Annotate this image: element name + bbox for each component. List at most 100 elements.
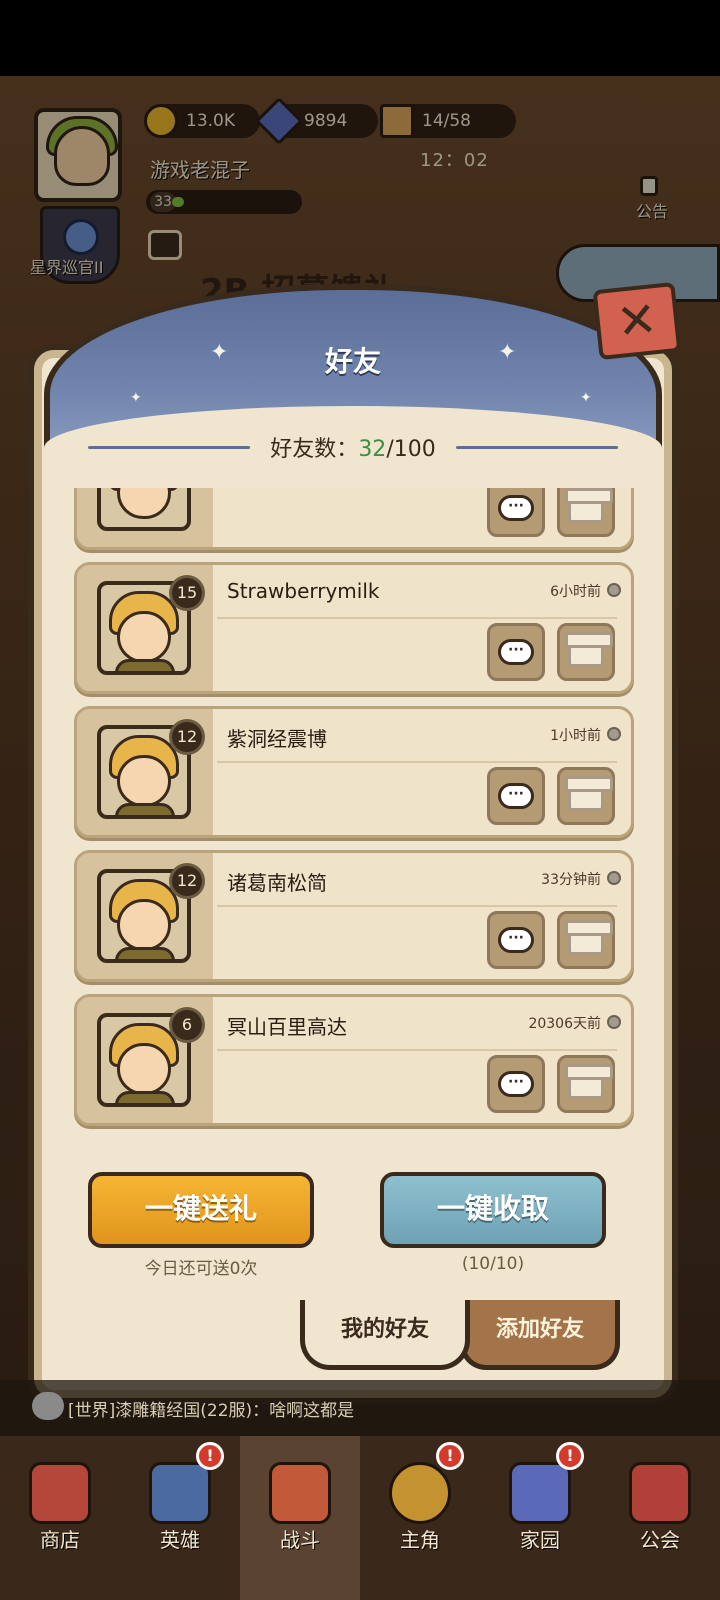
send-remaining-text: 今日还可送0次 bbox=[144, 1259, 258, 1279]
nav-shop[interactable]: 商店 bbox=[0, 1436, 120, 1600]
tab-add-friends[interactable]: 添加好友 bbox=[460, 1300, 620, 1370]
nav-label: 战斗 bbox=[280, 1528, 320, 1552]
world-chat-bar[interactable]: [世界]漆雕籍经国(22服)：啥啊这都是 bbox=[0, 1380, 720, 1436]
bottom-navigation: 商店 ! 英雄 战斗 ! 主角 ! 家园 公会 bbox=[0, 1436, 720, 1600]
portrait-body bbox=[115, 659, 175, 671]
chat-bubble-icon: ··· bbox=[498, 639, 534, 665]
friend-count-max: /100 bbox=[386, 437, 436, 462]
portrait-face bbox=[117, 488, 171, 519]
nav-label: 家园 bbox=[520, 1528, 560, 1552]
friend-count-row: 好友数：32/100 bbox=[68, 432, 638, 462]
nav-home[interactable]: ! 家园 bbox=[480, 1436, 600, 1600]
friend-level-badge: 15 bbox=[169, 575, 205, 611]
divider bbox=[88, 445, 251, 449]
nav-hero-main[interactable]: ! 主角 bbox=[360, 1436, 480, 1600]
friend-level-badge: 12 bbox=[169, 863, 205, 899]
friend-card[interactable]: 12 诸葛南松简 33分钟前 ··· bbox=[74, 850, 634, 982]
tab-my-friends[interactable]: 我的好友 bbox=[300, 1300, 470, 1370]
alert-icon: ! bbox=[196, 1442, 224, 1470]
portrait-face bbox=[117, 1043, 171, 1095]
goggles-icon bbox=[389, 1462, 451, 1524]
world-chat-message: [世界]漆雕籍经国(22服)：啥啊这都是 bbox=[68, 1401, 355, 1421]
chat-button[interactable]: ··· bbox=[487, 623, 545, 681]
last-online: 6小时前 bbox=[550, 584, 601, 600]
nav-label: 商店 bbox=[40, 1528, 80, 1552]
chat-bubble-icon: ··· bbox=[498, 783, 534, 809]
nav-label: 公会 bbox=[640, 1528, 680, 1552]
friend-level-badge: 6 bbox=[169, 1007, 205, 1043]
gift-icon bbox=[565, 776, 613, 811]
portrait-body bbox=[115, 1091, 175, 1103]
divider bbox=[455, 445, 619, 449]
status-dot bbox=[607, 583, 621, 597]
friend-list[interactable]: ··· 15 Strawberrymilk 6小时前 ··· 12 紫洞经震博 … bbox=[74, 488, 634, 1138]
chat-bubble-icon: ··· bbox=[498, 927, 534, 953]
chat-icon bbox=[32, 1392, 64, 1420]
sparkle-icon: ✦ bbox=[580, 390, 592, 406]
gift-button[interactable] bbox=[557, 911, 615, 969]
friend-card[interactable]: ··· bbox=[74, 488, 634, 550]
alert-icon: ! bbox=[436, 1442, 464, 1470]
popup-title: 好友 bbox=[324, 345, 381, 378]
gift-icon bbox=[565, 488, 613, 523]
last-online: 1小时前 bbox=[550, 728, 601, 744]
friend-name: 冥山百里高达 bbox=[227, 1015, 347, 1039]
alert-icon: ! bbox=[556, 1442, 584, 1470]
gift-button[interactable] bbox=[557, 1055, 615, 1113]
card-divider bbox=[217, 617, 617, 619]
friend-count-current: 32 bbox=[358, 437, 387, 462]
gift-button[interactable] bbox=[557, 623, 615, 681]
nav-label: 主角 bbox=[400, 1528, 440, 1552]
chat-button[interactable]: ··· bbox=[487, 911, 545, 969]
portrait-body bbox=[115, 803, 175, 815]
portrait-face bbox=[117, 899, 171, 951]
portrait-body bbox=[115, 947, 175, 959]
sparkle-icon: ✦ bbox=[130, 390, 142, 406]
friend-count: 好友数：32/100 bbox=[270, 431, 435, 463]
friend-level-badge: 12 bbox=[169, 719, 205, 755]
nav-guild[interactable]: 公会 bbox=[600, 1436, 720, 1600]
card-divider bbox=[217, 905, 617, 907]
status-bar bbox=[0, 0, 720, 76]
chat-button[interactable]: ··· bbox=[487, 488, 545, 537]
card-divider bbox=[217, 1049, 617, 1051]
card-divider bbox=[217, 761, 617, 763]
crossed-swords-icon bbox=[269, 1462, 331, 1524]
friends-popup: ✦ ✦ ✦ ✦ 好友 好友数：32/100 ··· 15 Strawberrym… bbox=[28, 284, 678, 1404]
chat-button[interactable]: ··· bbox=[487, 1055, 545, 1113]
castle-icon bbox=[509, 1462, 571, 1524]
gift-button[interactable] bbox=[557, 488, 615, 537]
cards-icon bbox=[149, 1462, 211, 1524]
nav-label: 英雄 bbox=[160, 1528, 200, 1552]
friend-portrait[interactable] bbox=[97, 488, 191, 531]
status-dot bbox=[607, 1015, 621, 1029]
friend-card[interactable]: 15 Strawberrymilk 6小时前 ··· bbox=[74, 562, 634, 694]
chat-bubble-icon: ··· bbox=[498, 1071, 534, 1097]
friend-count-label: 好友数： bbox=[270, 437, 359, 462]
tower-icon bbox=[629, 1462, 691, 1524]
chat-button[interactable]: ··· bbox=[487, 767, 545, 825]
gift-icon bbox=[565, 632, 613, 667]
gift-button[interactable] bbox=[557, 767, 615, 825]
collect-remaining-text: (10/10) bbox=[461, 1254, 525, 1274]
nav-battle[interactable]: 战斗 bbox=[240, 1436, 360, 1600]
friend-card[interactable]: 6 冥山百里高达 20306天前 ··· bbox=[74, 994, 634, 1126]
shop-icon bbox=[29, 1462, 91, 1524]
friend-name: 紫洞经震博 bbox=[227, 727, 327, 751]
portrait-face bbox=[117, 755, 171, 807]
gift-icon bbox=[565, 920, 613, 955]
close-button[interactable]: ✕ bbox=[592, 281, 682, 361]
friend-name: Strawberrymilk bbox=[227, 579, 380, 603]
close-icon: ✕ bbox=[614, 291, 660, 351]
last-online: 20306天前 bbox=[528, 1016, 601, 1032]
portrait-face bbox=[117, 611, 171, 663]
friend-card[interactable]: 12 紫洞经震博 1小时前 ··· bbox=[74, 706, 634, 838]
status-dot bbox=[607, 727, 621, 741]
gift-icon bbox=[565, 1064, 613, 1099]
friend-name: 诸葛南松简 bbox=[227, 871, 327, 895]
last-online: 33分钟前 bbox=[541, 872, 601, 888]
collect-all-button[interactable]: 一键收取 bbox=[380, 1172, 606, 1248]
send-all-gifts-button[interactable]: 一键送礼 bbox=[88, 1172, 314, 1248]
nav-heroes[interactable]: ! 英雄 bbox=[120, 1436, 240, 1600]
status-dot bbox=[607, 871, 621, 885]
